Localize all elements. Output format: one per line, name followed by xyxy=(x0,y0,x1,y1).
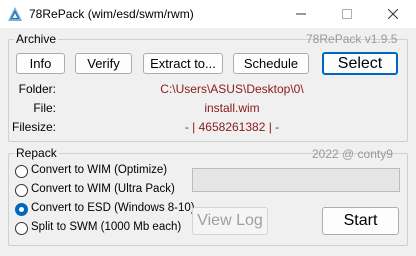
maximize-icon xyxy=(342,9,352,19)
close-icon xyxy=(388,9,398,19)
close-button[interactable] xyxy=(370,0,416,28)
file-label: File: xyxy=(33,101,56,115)
version-label: 78RePack v1.9.5 xyxy=(306,32,398,46)
file-value: install.wim xyxy=(204,101,260,115)
filesize-label: Filesize: xyxy=(11,120,56,134)
filesize-value: - | 4658261382 | - xyxy=(184,120,280,134)
progress-bar xyxy=(192,168,400,192)
credit-label: 2022 @ conty9 xyxy=(312,147,393,161)
view-log-button[interactable]: View Log xyxy=(192,207,268,235)
radio-label: Convert to ESD (Windows 8-10) xyxy=(31,202,195,214)
radio-label: Split to SWM (1000 Mb each) xyxy=(31,221,182,233)
radio-label: Convert to WIM (Ultra Pack) xyxy=(31,183,175,195)
select-button[interactable]: Select xyxy=(322,52,398,75)
app-logo-icon xyxy=(8,7,22,21)
radio-wim-ultra-pack[interactable]: Convert to WIM (Ultra Pack) xyxy=(15,183,185,199)
archive-legend: Archive xyxy=(16,32,57,46)
repack-legend: Repack xyxy=(16,146,57,160)
folder-value: C:\Users\ASUS\Desktop\0\ xyxy=(160,82,304,96)
start-button[interactable]: Start xyxy=(322,207,399,235)
minimize-button[interactable] xyxy=(278,0,324,28)
radio-label: Convert to WIM (Optimize) xyxy=(31,164,168,176)
schedule-button[interactable]: Schedule xyxy=(233,53,309,74)
title-bar: 78RePack (wim/esd/swm/rwm) xyxy=(0,0,416,28)
radio-indicator[interactable] xyxy=(15,165,28,178)
radio-wim-optimize[interactable]: Convert to WIM (Optimize) xyxy=(15,164,185,180)
minimize-icon xyxy=(296,13,306,15)
extract-button[interactable]: Extract to... xyxy=(143,53,223,74)
info-button[interactable]: Info xyxy=(16,53,65,74)
maximize-button[interactable] xyxy=(324,0,370,28)
radio-indicator[interactable] xyxy=(15,203,28,216)
window-title: 78RePack (wim/esd/swm/rwm) xyxy=(29,7,194,21)
radio-esd-windows[interactable]: Convert to ESD (Windows 8-10) xyxy=(15,202,195,218)
radio-indicator[interactable] xyxy=(15,222,28,235)
radio-indicator[interactable] xyxy=(15,184,28,197)
radio-split-swm[interactable]: Split to SWM (1000 Mb each) xyxy=(15,221,185,237)
verify-button[interactable]: Verify xyxy=(75,53,132,74)
folder-label: Folder: xyxy=(18,82,56,96)
